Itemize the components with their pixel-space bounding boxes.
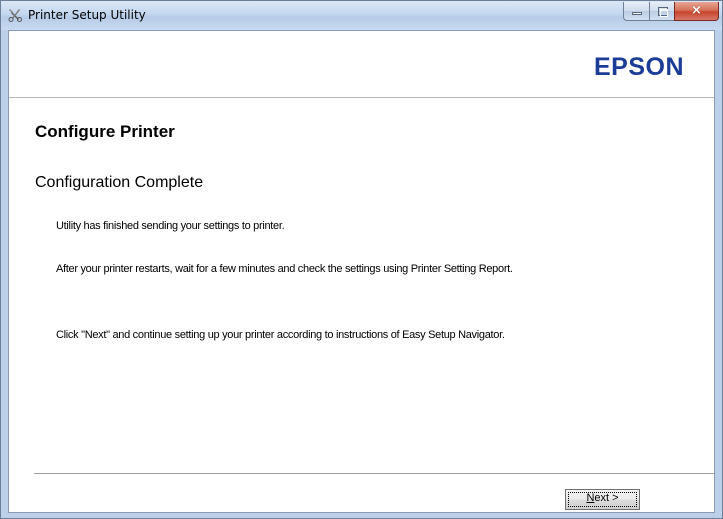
maximize-icon: [658, 7, 668, 17]
section-subtitle: Configuration Complete: [35, 174, 204, 191]
app-window: Printer Setup Utility × EPSON Configure …: [0, 0, 723, 519]
minimize-button[interactable]: [623, 2, 650, 21]
maximize-button[interactable]: [649, 2, 675, 21]
next-button-label: ext >: [594, 492, 619, 504]
dialog-content: EPSON Configure Printer Configuration Co…: [8, 30, 715, 513]
minimize-icon: [632, 12, 642, 15]
header-banner: EPSON: [9, 31, 714, 98]
message-check-report: After your printer restarts, wait for a …: [56, 263, 513, 275]
window-title: Printer Setup Utility: [28, 8, 146, 22]
close-icon: ×: [691, 3, 702, 18]
title-bar[interactable]: Printer Setup Utility ×: [1, 1, 722, 30]
page-title: Configure Printer: [35, 122, 175, 141]
footer-divider: [34, 473, 714, 475]
message-settings-sent: Utility has finished sending your settin…: [56, 220, 285, 232]
next-button[interactable]: Next >: [565, 489, 640, 510]
printer-tools-icon: [8, 9, 22, 22]
close-button[interactable]: ×: [674, 2, 719, 21]
message-click-next: Click "Next" and continue setting up you…: [56, 329, 505, 341]
epson-logo: EPSON: [593, 53, 684, 81]
